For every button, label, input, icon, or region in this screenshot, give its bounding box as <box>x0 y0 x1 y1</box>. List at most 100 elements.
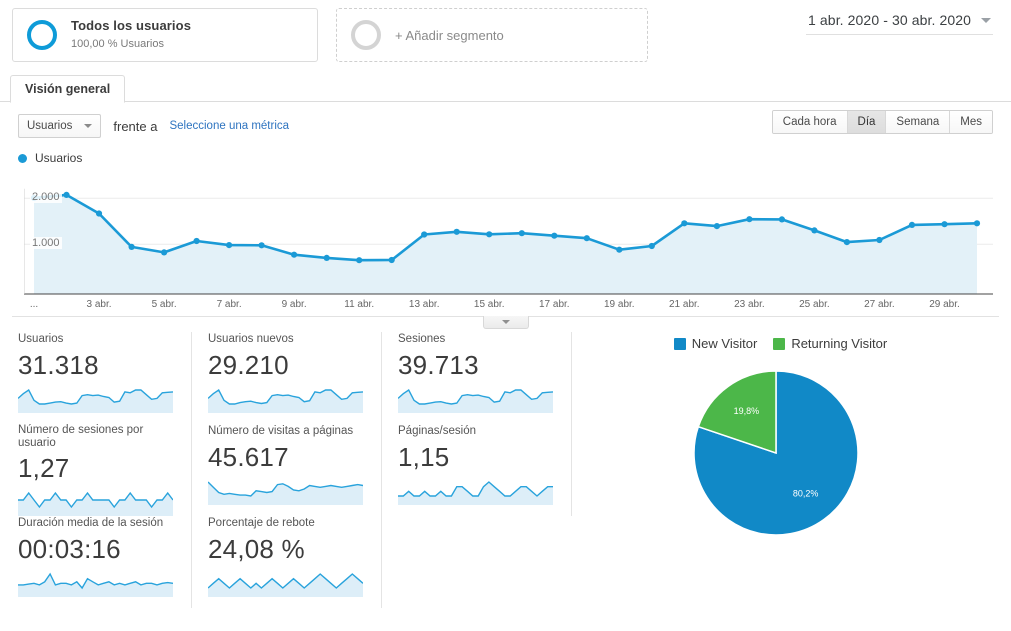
metric-sparkline <box>208 387 363 413</box>
chart-bottom-rule <box>12 316 999 329</box>
pie-legend: New Visitor Returning Visitor <box>550 336 1011 351</box>
date-range-picker[interactable]: 1 abr. 2020 - 30 abr. 2020 <box>806 8 993 35</box>
legend-dot-icon <box>18 153 27 163</box>
sparkline-svg <box>18 388 173 413</box>
metric-label: Sesiones <box>398 333 446 345</box>
sparkline-svg <box>398 481 553 505</box>
primary-metric-select[interactable]: Usuarios <box>18 114 102 138</box>
x-axis-tick: 11 abr. <box>344 299 375 310</box>
x-axis-tick: 27 abr. <box>864 299 895 310</box>
segment-title: Todos los usuarios <box>71 18 192 34</box>
tab-vision-general[interactable]: Visión general <box>10 75 126 103</box>
granularity-month[interactable]: Mes <box>950 111 992 133</box>
segment-bar: Todos los usuarios 100,00 % Usuarios + A… <box>0 0 1011 66</box>
chart-legend: Usuarios <box>0 148 1011 168</box>
metric-value: 31.318 <box>18 350 99 380</box>
svg-text:80,2%: 80,2% <box>792 489 818 499</box>
metric-value: 00:03:16 <box>18 534 121 564</box>
metric-card[interactable]: Usuarios 31.318 <box>18 332 192 424</box>
pie-legend-item-new-visitor[interactable]: New Visitor <box>673 336 758 351</box>
metric-label: Porcentaje de rebote <box>208 517 315 529</box>
x-axis-tick: 13 abr. <box>408 299 440 310</box>
metric-card[interactable]: Usuarios nuevos 29.210 <box>208 332 382 424</box>
metric-label: Usuarios <box>18 333 64 345</box>
y-axis-tick-1000: 1.000 <box>30 237 62 250</box>
metric-card[interactable]: Número de sesiones por usuario 1,27 <box>18 424 192 517</box>
x-axis-tick: 21 abr. <box>669 299 700 310</box>
metric-sparkline <box>18 387 173 413</box>
ring-icon <box>351 20 381 50</box>
metrics-column: Usuarios 31.318 Usuarios nuevos 29.210 S… <box>0 332 572 631</box>
x-axis-tick: ... <box>29 299 39 310</box>
granularity-day[interactable]: Día <box>847 111 887 133</box>
x-axis: ... 3 abr. 5 abr. 7 abr. 9 abr. 11 abr. 13 abr… <box>24 296 993 314</box>
segment-subtitle: 100,00 % Usuarios <box>71 38 164 51</box>
chart-plot-area[interactable]: 2.000 1.000 <box>24 174 993 296</box>
x-axis-tick: 23 abr. <box>734 299 765 310</box>
metric-selector-row: Usuarios frente a Seleccione una métrica… <box>0 102 1011 142</box>
x-axis-tick: 7 abr. <box>216 299 242 310</box>
granularity-week[interactable]: Semana <box>886 111 951 133</box>
svg-text:19,8%: 19,8% <box>733 406 759 416</box>
sparkline-svg <box>208 388 363 413</box>
x-axis-tick: 9 abr. <box>281 299 307 310</box>
legend-swatch-icon <box>673 337 686 350</box>
select-metric-link[interactable]: Seleccione una métrica <box>169 120 289 132</box>
metric-label: Número de visitas a páginas <box>208 425 354 437</box>
date-range-label: 1 abr. 2020 - 30 abr. 2020 <box>808 12 971 28</box>
x-axis-tick: 5 abr. <box>151 299 177 310</box>
metric-sparkline <box>208 479 363 505</box>
metric-value: 29.210 <box>208 350 289 380</box>
sparkline-svg <box>208 481 363 505</box>
pie-legend-label: New Visitor <box>691 336 758 351</box>
ring-icon <box>27 20 57 50</box>
metric-value: 1,15 <box>398 442 450 472</box>
metric-label: Número de sesiones por usuario <box>18 424 144 450</box>
granularity-toggle-group: Cada hora Día Semana Mes <box>771 110 993 134</box>
x-axis-tick: 15 abr. <box>473 299 505 310</box>
x-axis-tick: 17 abr. <box>539 299 570 310</box>
sparkline-svg <box>208 573 363 597</box>
primary-metric-value: Usuarios <box>27 120 73 132</box>
sparkline-svg <box>18 572 173 597</box>
pie-legend-label: Returning Visitor <box>791 336 888 351</box>
sparkline-svg <box>398 388 553 413</box>
metric-card[interactable]: Duración media de la sesión 00:03:16 <box>18 516 192 608</box>
main-chart: Usuarios 2.000 1.000 ... 3 abr. 5 abr. 7 ab… <box>0 148 1011 329</box>
segment-card-all-users[interactable]: Todos los usuarios 100,00 % Usuarios <box>12 8 318 62</box>
line-chart-svg <box>24 188 993 295</box>
granularity-hour[interactable]: Cada hora <box>772 111 848 133</box>
metric-row: Duración media de la sesión 00:03:16 Por… <box>18 516 540 608</box>
metric-value: 39.713 <box>398 350 479 380</box>
x-axis-tick: 3 abr. <box>86 299 112 310</box>
tab-strip: Visión general <box>0 74 1011 103</box>
visitor-type-panel: New Visitor Returning Visitor 80,2% 19,8% <box>540 332 1011 631</box>
chart-legend-label: Usuarios <box>35 151 83 165</box>
metric-card[interactable]: Porcentaje de rebote 24,08 % <box>208 516 382 608</box>
segment-text: Todos los usuarios 100,00 % Usuarios <box>71 18 191 51</box>
pie-legend-item-returning-visitor[interactable]: Returning Visitor <box>773 336 887 351</box>
metric-label: Duración media de la sesión <box>18 517 164 529</box>
metric-sparkline <box>398 387 553 413</box>
caret-down-icon <box>84 124 93 128</box>
versus-label: frente a <box>113 118 158 134</box>
metric-sparkline <box>18 571 173 597</box>
add-segment-button[interactable]: + Añadir segmento <box>336 8 648 62</box>
x-axis-tick: 29 abr. <box>929 299 960 310</box>
y-axis-tick-2000: 2.000 <box>30 191 62 204</box>
metric-sparkline <box>208 571 363 597</box>
metric-row: Número de sesiones por usuario 1,27 Núme… <box>18 424 572 517</box>
pie-chart[interactable]: 80,2% 19,8% <box>540 363 1011 543</box>
metric-value: 45.617 <box>208 442 289 472</box>
metric-label: Páginas/sesión <box>398 425 476 437</box>
collapse-chart-button[interactable] <box>482 316 529 329</box>
lower-section: Usuarios 31.318 Usuarios nuevos 29.210 S… <box>0 332 1011 631</box>
add-segment-label: + Añadir segmento <box>395 27 504 43</box>
metric-card[interactable]: Número de visitas a páginas 45.617 <box>208 424 382 516</box>
metric-value: 1,27 <box>18 453 70 484</box>
sparkline-svg <box>18 492 173 517</box>
metric-sparkline <box>398 479 553 505</box>
x-axis-tick: 25 abr. <box>799 299 830 310</box>
legend-swatch-icon <box>773 337 786 350</box>
metric-sparkline <box>18 490 173 517</box>
